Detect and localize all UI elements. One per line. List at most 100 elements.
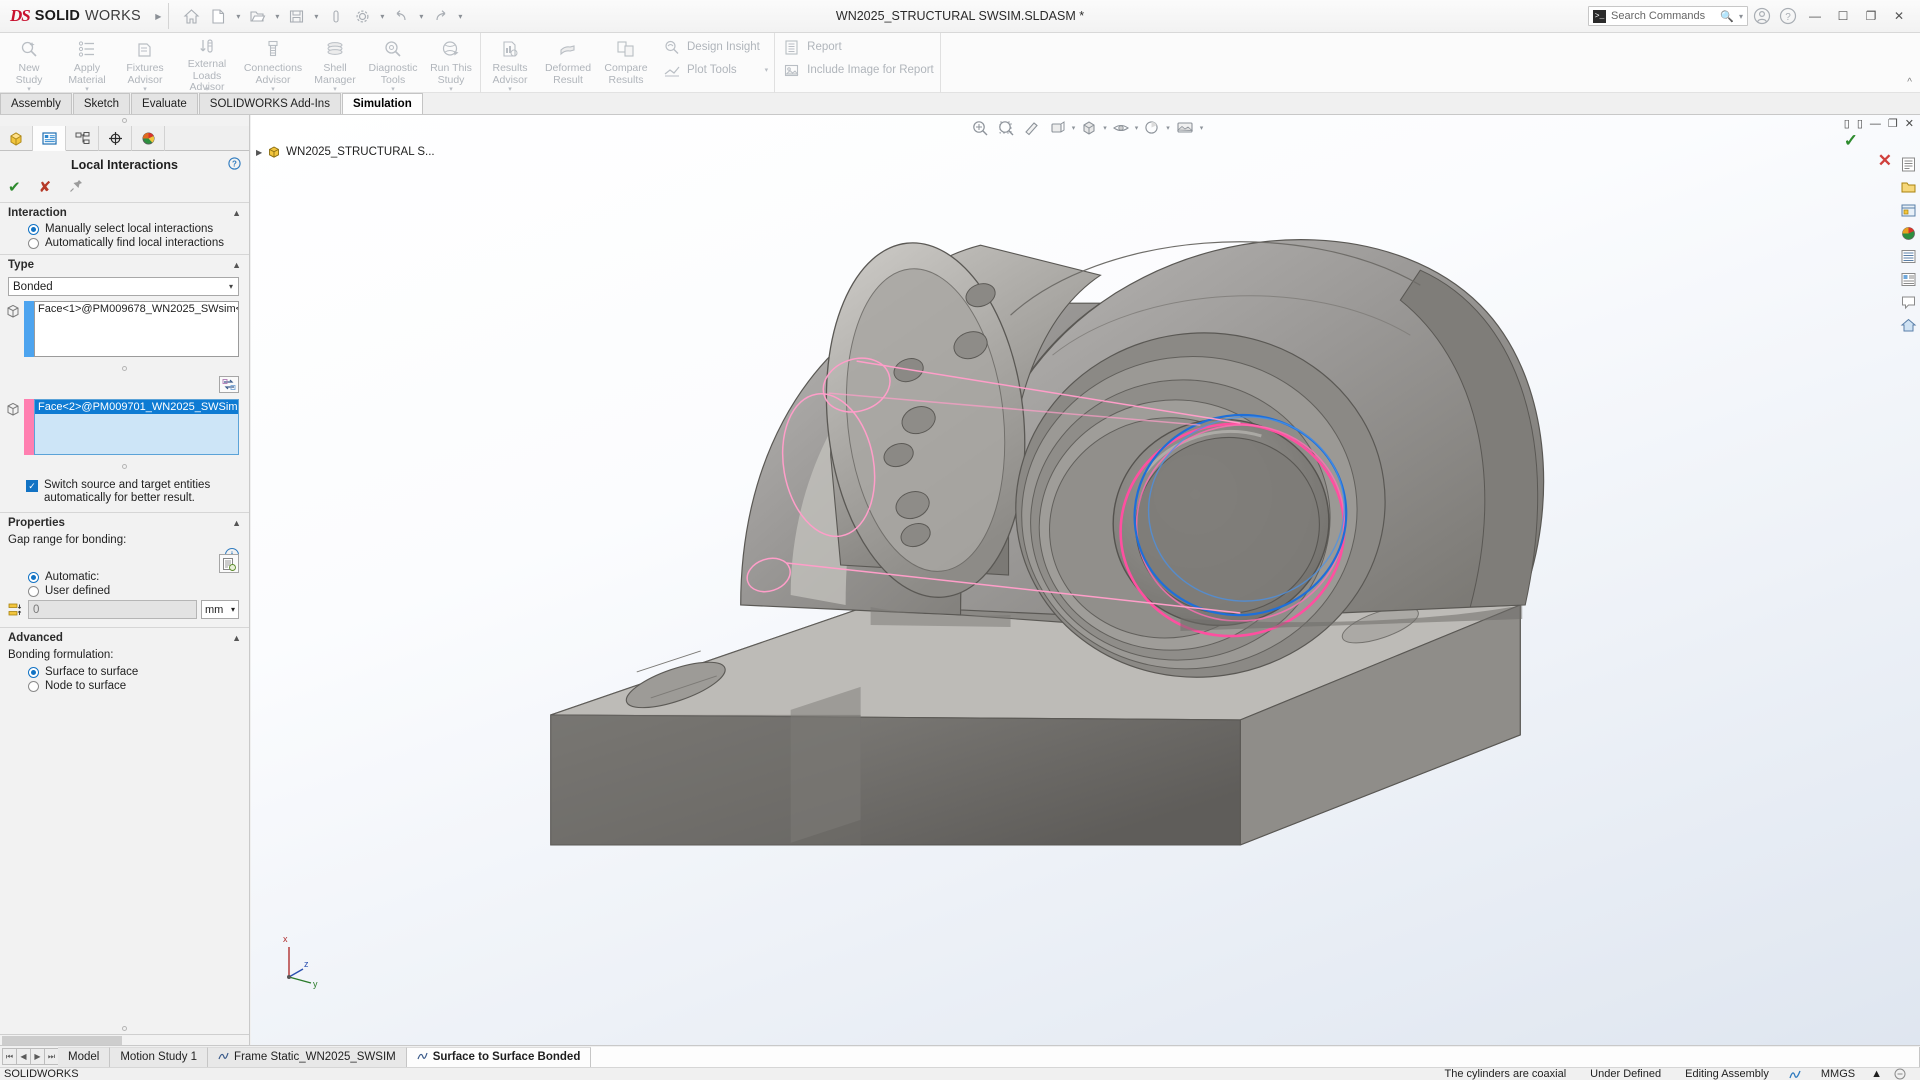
status-units[interactable]: MMGS	[1809, 1068, 1867, 1080]
tab-evaluate[interactable]: Evaluate	[131, 93, 198, 114]
keep-visible-pin-icon[interactable]	[69, 178, 84, 196]
section-interaction[interactable]: Interaction ▲	[0, 202, 249, 222]
home-icon[interactable]	[179, 3, 205, 29]
tab-sketch[interactable]: Sketch	[72, 93, 131, 114]
chevron-down-icon[interactable]: ▾	[508, 85, 512, 93]
redo-dropdown[interactable]: ▾	[455, 3, 466, 29]
section-advanced[interactable]: Advanced ▲	[0, 627, 249, 647]
design-insight-item[interactable]: Design Insight	[661, 37, 768, 57]
save-dropdown[interactable]: ▾	[311, 3, 322, 29]
bottom-tab-model[interactable]: Model	[58, 1046, 111, 1067]
fixtures-advisor-button[interactable]: Fixtures Advisor ▾	[116, 33, 174, 93]
chevron-down-icon[interactable]: ▾	[743, 66, 769, 74]
include-image-item[interactable]: Include Image for Report	[781, 60, 934, 80]
tab-solidworks-addins[interactable]: SOLIDWORKS Add-Ins	[198, 93, 341, 114]
previous-tab-button[interactable]: ◀	[16, 1048, 31, 1065]
radio-manual-select[interactable]: Manually select local interactions	[0, 222, 249, 236]
external-loads-advisor-button[interactable]: External Loads Advisor ▾	[174, 33, 240, 93]
panel-horizontal-scrollbar[interactable]	[0, 1034, 249, 1045]
pillow-block-bearing-model[interactable]	[251, 115, 1920, 1045]
source-listbox-resize-grip[interactable]	[0, 357, 249, 376]
target-listbox-resize-grip[interactable]	[0, 455, 249, 474]
radio-gap-user-defined[interactable]: User defined	[0, 584, 249, 598]
gap-value-input[interactable]: 0	[28, 600, 197, 619]
apply-material-button[interactable]: Apply Material ▾	[58, 33, 116, 93]
user-account-icon[interactable]	[1750, 4, 1774, 28]
chevron-down-icon[interactable]: ▾	[143, 85, 147, 93]
configuration-manager-tab[interactable]	[66, 126, 99, 151]
shell-manager-button[interactable]: Shell Manager ▾	[306, 33, 364, 93]
close-button[interactable]: ✕	[1886, 3, 1912, 29]
section-properties[interactable]: Properties ▲	[0, 512, 249, 532]
restore-down-button[interactable]: ☐	[1830, 3, 1856, 29]
accept-button[interactable]: ✔	[8, 180, 21, 195]
radio-node-to-surface[interactable]: Node to surface	[0, 679, 249, 693]
redo-icon[interactable]	[428, 3, 454, 29]
radio-surface-to-surface[interactable]: Surface to surface	[0, 663, 249, 679]
chevron-down-icon[interactable]: ▾	[231, 605, 235, 614]
source-faces-listbox[interactable]: Face<1>@PM009678_WN2025_SWsim<1>	[34, 301, 239, 357]
section-type[interactable]: Type ▲	[0, 254, 249, 274]
list-item[interactable]: Face<1>@PM009678_WN2025_SWsim<1>	[35, 302, 238, 316]
simulation-status-icon[interactable]	[1781, 1068, 1809, 1080]
chevron-down-icon[interactable]: ▾	[229, 282, 233, 291]
last-tab-button[interactable]: ⏭	[44, 1048, 59, 1065]
chevron-up-icon[interactable]: ▲	[232, 518, 241, 528]
chevron-down-icon[interactable]: ▾	[85, 85, 89, 93]
search-commands-box[interactable]: >_ Search Commands 🔍 ▾	[1588, 6, 1748, 26]
target-faces-listbox[interactable]: Face<2>@PM009701_WN2025_SWSim<1>	[34, 399, 239, 455]
chevron-down-icon[interactable]: ▾	[205, 85, 209, 93]
undo-icon[interactable]	[389, 3, 415, 29]
next-tab-button[interactable]: ▶	[30, 1048, 45, 1065]
bottom-tab-motion-study[interactable]: Motion Study 1	[110, 1046, 209, 1067]
interaction-type-select[interactable]: Bonded ▾	[8, 277, 239, 296]
undo-dropdown[interactable]: ▾	[416, 3, 427, 29]
report-item[interactable]: Report	[781, 37, 934, 57]
chevron-down-icon[interactable]: ▾	[391, 85, 395, 93]
new-document-dropdown[interactable]: ▾	[233, 3, 244, 29]
help-icon[interactable]: ?	[1776, 4, 1800, 28]
feature-manager-tab[interactable]	[0, 126, 33, 151]
radio-gap-automatic[interactable]: Automatic:	[0, 570, 249, 584]
chevron-down-icon[interactable]: ▾	[271, 85, 275, 93]
display-manager-tab[interactable]	[132, 126, 165, 151]
panel-bottom-grip[interactable]	[0, 1022, 249, 1034]
gap-unit-select[interactable]: mm ▾	[201, 600, 239, 619]
minimize-button[interactable]: —	[1802, 3, 1828, 29]
options-dropdown[interactable]: ▾	[377, 3, 388, 29]
connections-advisor-button[interactable]: Connections Advisor ▾	[240, 33, 306, 93]
cancel-button[interactable]: ✘	[39, 180, 52, 195]
chevron-up-icon[interactable]: ▲	[1867, 1068, 1886, 1080]
tab-assembly[interactable]: Assembly	[0, 93, 72, 114]
maximize-button[interactable]: ❐	[1858, 3, 1884, 29]
run-this-study-button[interactable]: Run This Study ▾	[422, 33, 480, 93]
graphics-viewport[interactable]: ▾ ▾ ▾ ▾ ▾ ▯ ▯ — ❐ ✕ ▶ WN2025_STRUCTURAL …	[251, 115, 1920, 1045]
open-dropdown[interactable]: ▾	[272, 3, 283, 29]
chevron-down-icon[interactable]: ▾	[449, 85, 453, 93]
compare-results-button[interactable]: Compare Results	[597, 33, 655, 93]
chevron-down-icon[interactable]: ▾	[27, 85, 31, 93]
bottom-tab-surface-bonded[interactable]: Surface to Surface Bonded	[406, 1046, 592, 1067]
search-icon[interactable]: 🔍	[1720, 10, 1734, 23]
plot-tools-item[interactable]: Plot Tools ▾	[661, 60, 768, 80]
ribbon-collapse-button[interactable]: ^	[1907, 77, 1920, 92]
chevron-up-icon[interactable]: ▲	[232, 208, 241, 218]
gap-calculator-button[interactable]	[219, 554, 239, 573]
first-tab-button[interactable]: ⏮	[2, 1048, 17, 1065]
tab-simulation[interactable]: Simulation	[341, 93, 423, 114]
logo-expand-arrow[interactable]: ▶	[153, 3, 164, 29]
new-study-button[interactable]: New Study ▾	[0, 33, 58, 93]
save-icon[interactable]	[284, 3, 310, 29]
help-icon[interactable]: ?	[228, 157, 241, 173]
panel-top-grip[interactable]	[0, 115, 249, 126]
bottom-tab-frame-static[interactable]: Frame Static_WN2025_SWSIM	[208, 1046, 407, 1067]
list-item[interactable]: Face<2>@PM009701_WN2025_SWSim<1>	[35, 400, 238, 414]
property-manager-tab[interactable]	[33, 126, 66, 151]
new-document-icon[interactable]	[206, 3, 232, 29]
results-advisor-button[interactable]: Results Advisor ▾	[481, 33, 539, 93]
chevron-up-icon[interactable]: ▲	[232, 260, 241, 270]
swap-source-target-button[interactable]	[219, 376, 239, 393]
options-gear-icon[interactable]	[350, 3, 376, 29]
chevron-down-icon[interactable]: ▾	[1739, 12, 1743, 21]
switch-source-target-checkbox[interactable]: ✓ Switch source and target entities auto…	[0, 474, 249, 509]
